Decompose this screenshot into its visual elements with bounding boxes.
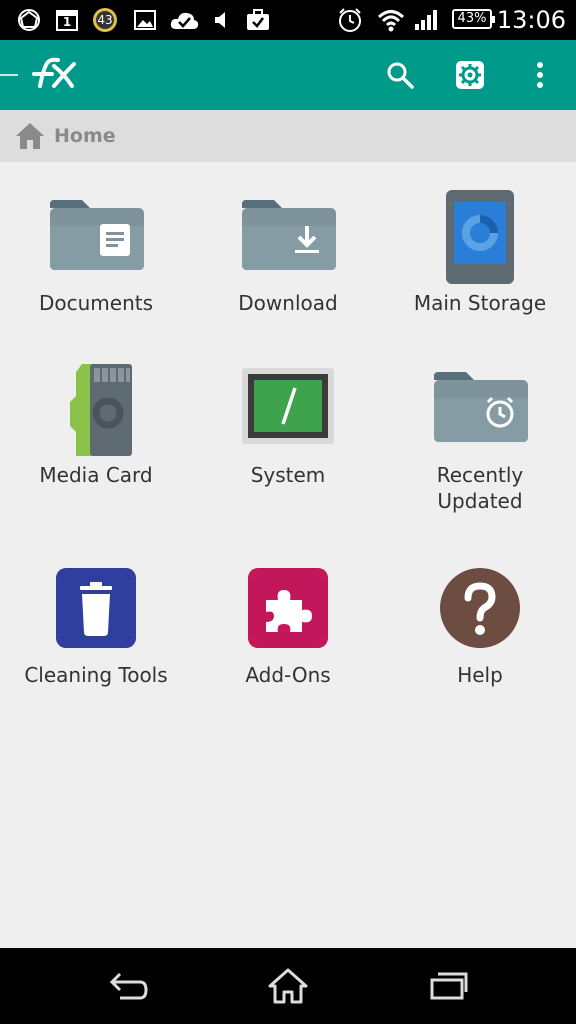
tile-documents[interactable]: Documents xyxy=(0,162,192,334)
tile-label: System xyxy=(250,463,326,487)
terminal-icon xyxy=(238,358,338,458)
puzzle-icon xyxy=(238,566,338,666)
briefcase-check-icon xyxy=(244,6,272,34)
sd-card-icon xyxy=(46,358,146,458)
alarm-icon xyxy=(336,6,364,34)
tile-label: Recently Updated xyxy=(436,463,524,513)
trash-icon xyxy=(46,566,146,666)
search-icon[interactable] xyxy=(378,53,422,97)
tile-system[interactable]: System xyxy=(192,334,384,506)
status-bar: 1 43 43% 13:06 xyxy=(0,0,576,40)
navigation-bar xyxy=(0,948,576,1024)
wifi-icon xyxy=(376,6,406,34)
download-folder-icon xyxy=(238,186,338,286)
back-icon[interactable] xyxy=(98,962,158,1010)
status-time: 13:06 xyxy=(496,6,566,34)
cloud-check-icon xyxy=(168,6,200,34)
fx-logo-icon[interactable] xyxy=(24,52,84,98)
tile-main-storage[interactable]: Main Storage xyxy=(384,162,576,334)
battery-icon: 43% xyxy=(452,9,495,29)
recents-icon[interactable] xyxy=(418,962,478,1010)
tile-download[interactable]: Download xyxy=(192,162,384,334)
app-bar xyxy=(0,40,576,110)
tile-label: Media Card xyxy=(39,463,153,487)
tile-recently-updated[interactable]: Recently Updated xyxy=(384,334,576,513)
tile-media-card[interactable]: Media Card xyxy=(0,334,192,506)
help-icon xyxy=(430,566,530,666)
more-vert-icon[interactable] xyxy=(518,53,562,97)
settings-icon[interactable] xyxy=(448,53,492,97)
main-storage-icon xyxy=(430,186,530,286)
recent-folder-icon xyxy=(430,358,530,458)
badge-count-icon: 43 xyxy=(90,6,120,34)
tile-cleaning-tools[interactable]: Cleaning Tools xyxy=(0,534,192,706)
drawer-indicator[interactable] xyxy=(0,74,18,76)
breadcrumb-home[interactable]: Home xyxy=(54,110,116,162)
calendar-icon: 1 xyxy=(54,6,80,34)
image-icon xyxy=(132,6,158,34)
tile-label: Download xyxy=(238,291,338,315)
tile-label: Main Storage xyxy=(413,291,547,315)
tile-label: Add-Ons xyxy=(245,663,331,687)
home-nav-icon[interactable] xyxy=(258,962,318,1010)
tile-add-ons[interactable]: Add-Ons xyxy=(192,534,384,706)
breadcrumb: Home xyxy=(0,110,576,162)
android-logo-icon xyxy=(14,6,44,34)
documents-folder-icon xyxy=(46,186,146,286)
tile-label: Cleaning Tools xyxy=(24,663,168,687)
signal-icon xyxy=(412,6,440,34)
home-icon[interactable] xyxy=(14,121,46,151)
tile-label: Documents xyxy=(38,291,154,315)
tile-label: Help xyxy=(457,663,503,687)
volume-icon xyxy=(210,6,232,34)
tile-help[interactable]: Help xyxy=(384,534,576,706)
